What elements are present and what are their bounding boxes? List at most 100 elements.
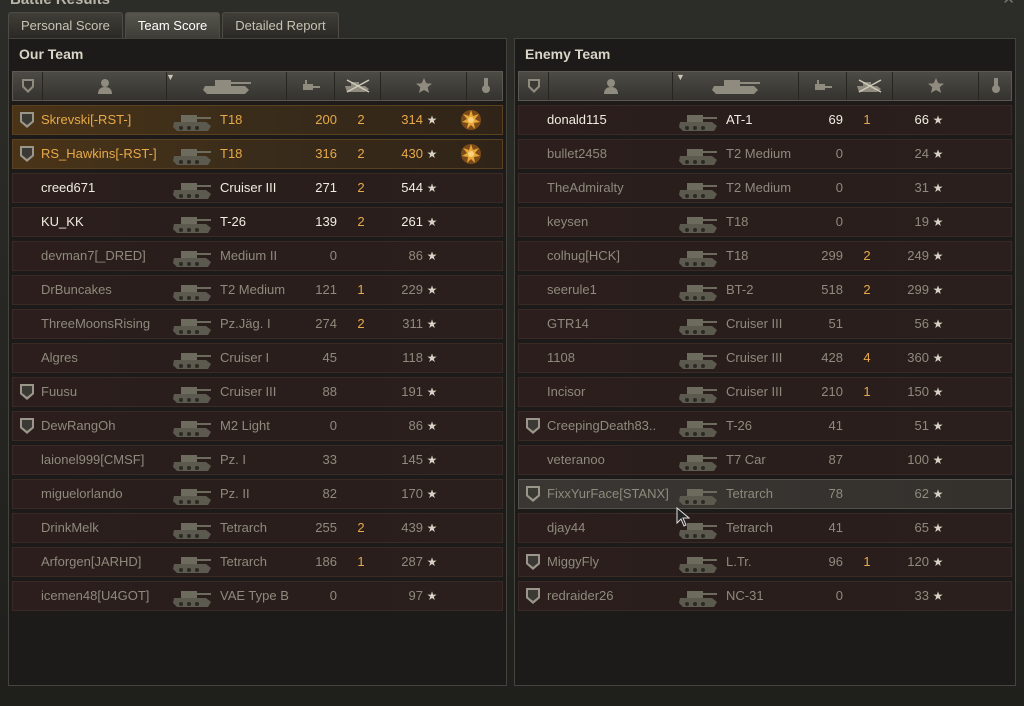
- player-row[interactable]: 1108 Cruiser III 428 4 360 ★: [518, 343, 1012, 373]
- tank-icon: [677, 447, 719, 473]
- player-row[interactable]: djay44 Tetrarch 41 65 ★: [518, 513, 1012, 543]
- player-row[interactable]: 2DewRangOhM2 Light086★: [12, 411, 503, 441]
- damage-value: 88: [322, 384, 337, 399]
- vehicle-name: T2 Medium: [220, 282, 286, 297]
- sort-kills-header[interactable]: [847, 72, 893, 100]
- sort-platoon-header[interactable]: [13, 72, 43, 100]
- player-row[interactable]: ThreeMoonsRising Pz.Jäg. I 274 2 311 ★: [12, 309, 503, 339]
- tab-personal-score[interactable]: Personal Score: [8, 12, 123, 38]
- kills-value: [857, 412, 877, 440]
- tank-icon: [677, 583, 719, 609]
- sort-kills-header[interactable]: [335, 72, 381, 100]
- player-row[interactable]: 2MiggyFlyL.Tr.961120★: [518, 547, 1012, 577]
- player-row[interactable]: Arforgen[JARHD] Tetrarch 186 1 287 ★: [12, 547, 503, 577]
- damage-value: 0: [835, 588, 843, 603]
- sort-medal-header[interactable]: [979, 72, 1013, 100]
- tank-icon: [171, 141, 213, 167]
- player-name: donald115: [547, 112, 607, 127]
- star-icon: ★: [426, 215, 438, 229]
- vehicle-name: Pz.Jäg. I: [220, 316, 271, 331]
- sort-xp-header[interactable]: [381, 72, 467, 100]
- star-icon: ★: [426, 113, 438, 127]
- kills-value: [857, 174, 877, 202]
- xp-value: 118: [402, 350, 423, 365]
- tank-icon: [171, 515, 213, 541]
- player-name: DewRangOh: [41, 418, 116, 433]
- tank-icon: [677, 311, 719, 337]
- sort-player-header[interactable]: [549, 72, 673, 100]
- player-name: Fuusu: [41, 384, 78, 399]
- player-row[interactable]: seerule1 BT-2 518 2 299 ★: [518, 275, 1012, 305]
- player-name: Skrevski[-RST-]: [41, 112, 132, 127]
- tank-icon: [201, 77, 253, 95]
- sort-damage-header[interactable]: [799, 72, 847, 100]
- damage-value: 186: [315, 554, 337, 569]
- player-row[interactable]: miguelorlando Pz. II 82 170 ★: [12, 479, 503, 509]
- xp-value: 311: [402, 316, 423, 331]
- enemy-team-panel: Enemy Team ▼ donald115 AT-1 69 1 66 ★ bullet24…: [514, 38, 1016, 686]
- player-row[interactable]: TheAdmiralty T2 Medium 0 31 ★: [518, 173, 1012, 203]
- kills-value: 1: [863, 384, 871, 399]
- star-icon: ★: [426, 249, 438, 263]
- damage-value: 41: [828, 520, 843, 535]
- sort-player-header[interactable]: [43, 72, 167, 100]
- sort-medal-header[interactable]: [467, 72, 504, 100]
- sort-damage-header[interactable]: [287, 72, 335, 100]
- player-name: TheAdmiralty: [547, 180, 624, 195]
- vehicle-name: Cruiser III: [220, 384, 277, 399]
- tank-icon: [171, 447, 213, 473]
- sort-vehicle-header[interactable]: [167, 72, 287, 100]
- medal-icon[interactable]: [459, 142, 483, 166]
- player-row[interactable]: bullet2458 T2 Medium 0 24 ★: [518, 139, 1012, 169]
- star-icon: ★: [426, 453, 438, 467]
- sort-arrow-icon: ▼: [676, 72, 685, 82]
- star-icon: ★: [932, 283, 944, 297]
- player-row[interactable]: icemen48[U4GOT] VAE Type B 0 97 ★: [12, 581, 503, 611]
- player-row[interactable]: veteranoo T7 Car 87 100 ★: [518, 445, 1012, 475]
- player-row[interactable]: GTR14 Cruiser III 51 56 ★: [518, 309, 1012, 339]
- tab-team-score[interactable]: Team Score: [124, 12, 221, 38]
- player-row[interactable]: 1RS_Hawkins[-RST-]T183162430★: [12, 139, 503, 169]
- star-icon: ★: [932, 181, 944, 195]
- damage-value: 139: [315, 214, 337, 229]
- tank-icon: [677, 243, 719, 269]
- xp-value: 24: [914, 146, 929, 161]
- damage-value: 316: [315, 146, 337, 161]
- player-row[interactable]: creed671 Cruiser III 271 2 544 ★: [12, 173, 503, 203]
- medal-icon[interactable]: [459, 108, 483, 132]
- damage-value: 41: [828, 418, 843, 433]
- player-row[interactable]: Incisor Cruiser III 210 1 150 ★: [518, 377, 1012, 407]
- vehicle-name: Tetrarch: [726, 486, 773, 501]
- player-row[interactable]: 1FuusuCruiser III88191★: [12, 377, 503, 407]
- xp-value: 65: [914, 520, 929, 535]
- sort-platoon-header[interactable]: [519, 72, 549, 100]
- player-row[interactable]: laionel999[CMSF] Pz. I 33 145 ★: [12, 445, 503, 475]
- player-name: icemen48[U4GOT]: [41, 588, 150, 603]
- player-row[interactable]: 1FixxYurFace[STANX]Tetrarch7862★: [518, 479, 1012, 509]
- player-row[interactable]: donald115 AT-1 69 1 66 ★: [518, 105, 1012, 135]
- tab-detailed-report[interactable]: Detailed Report: [222, 12, 339, 38]
- xp-value: 229: [401, 282, 423, 297]
- vehicle-name: Tetrarch: [220, 520, 267, 535]
- damage-value: 518: [821, 282, 843, 297]
- sort-vehicle-header[interactable]: [673, 72, 799, 100]
- star-icon: ★: [932, 249, 944, 263]
- player-row[interactable]: keysen T18 0 19 ★: [518, 207, 1012, 237]
- close-icon[interactable]: ✕: [1002, 0, 1015, 8]
- xp-value: 261: [401, 214, 423, 229]
- player-row[interactable]: 1CreepingDeath83..T-264151★: [518, 411, 1012, 441]
- sort-xp-header[interactable]: [893, 72, 979, 100]
- player-row[interactable]: KU_KK T-26 139 2 261 ★: [12, 207, 503, 237]
- tank-icon: [171, 379, 213, 405]
- platoon-badge-icon: [18, 383, 36, 401]
- player-row[interactable]: colhug[HCK] T18 299 2 249 ★: [518, 241, 1012, 271]
- player-row[interactable]: DrinkMelk Tetrarch 255 2 439 ★: [12, 513, 503, 543]
- tank-icon: [171, 175, 213, 201]
- player-row[interactable]: Algres Cruiser I 45 118 ★: [12, 343, 503, 373]
- player-row[interactable]: devman7[_DRED] Medium II 0 86 ★: [12, 241, 503, 271]
- vehicle-name: T-26: [220, 214, 247, 229]
- player-row[interactable]: DrBuncakes T2 Medium 121 1 229 ★: [12, 275, 503, 305]
- player-row[interactable]: 1Skrevski[-RST-]T182002314★: [12, 105, 503, 135]
- player-row[interactable]: 2redraider26NC-31033★: [518, 581, 1012, 611]
- kills-icon: [343, 79, 373, 93]
